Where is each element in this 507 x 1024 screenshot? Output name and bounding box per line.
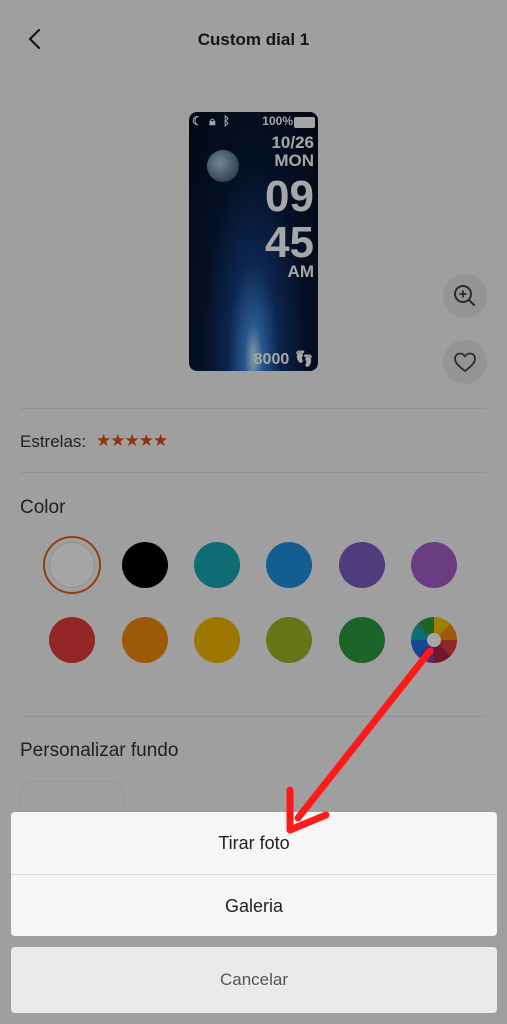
annotation-arrow — [286, 647, 434, 834]
